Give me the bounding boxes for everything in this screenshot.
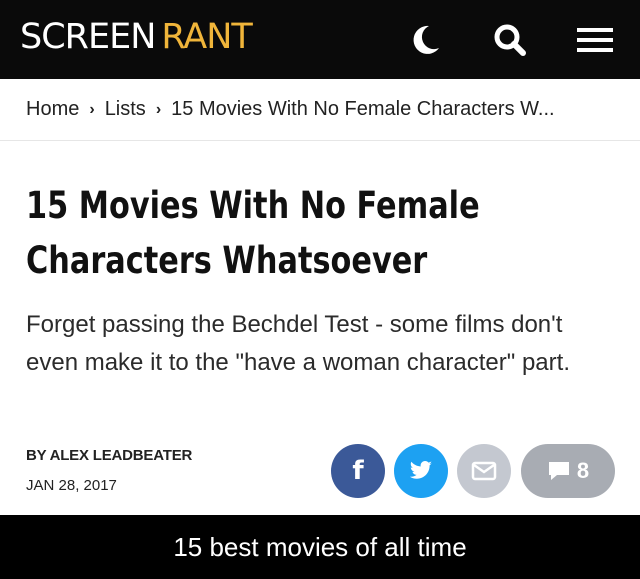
chevron-right-icon: › <box>89 100 95 118</box>
logo-word-rant: RANT <box>161 17 252 57</box>
search-icon[interactable] <box>490 20 530 60</box>
author-byline[interactable]: BY ALEX LEADBEATER <box>26 447 192 464</box>
article-subtitle: Forget passing the Bechdel Test - some f… <box>26 311 570 376</box>
publish-date: JAN 28, 2017 <box>26 477 117 494</box>
breadcrumb-current: 15 Movies With No Female Characters W... <box>171 98 555 120</box>
twitter-share-button[interactable] <box>394 444 448 498</box>
envelope-icon <box>471 461 497 481</box>
site-header: SCREEN RANT <box>0 0 640 79</box>
email-share-button[interactable] <box>457 444 511 498</box>
comment-icon <box>548 462 569 480</box>
image-caption: 15 best movies of all time <box>0 515 640 579</box>
facebook-icon: f <box>352 456 364 486</box>
hamburger-menu-icon[interactable] <box>575 20 615 60</box>
comment-count: 8 <box>576 458 590 483</box>
facebook-share-button[interactable]: f <box>331 444 385 498</box>
moon-icon[interactable] <box>405 20 445 60</box>
chevron-right-icon: › <box>155 100 162 118</box>
twitter-icon <box>409 461 432 479</box>
logo-word-screen: SCREEN <box>20 17 156 57</box>
comments-button[interactable]: 8 <box>521 444 615 498</box>
article-title: 15 Movies With No Female Characters What… <box>26 184 480 282</box>
breadcrumb: Home › Lists › 15 Movies With No Female … <box>0 79 640 141</box>
breadcrumb-lists[interactable]: Lists <box>105 98 146 121</box>
breadcrumb-home[interactable]: Home <box>26 98 79 121</box>
site-logo[interactable]: SCREEN RANT <box>20 17 253 57</box>
